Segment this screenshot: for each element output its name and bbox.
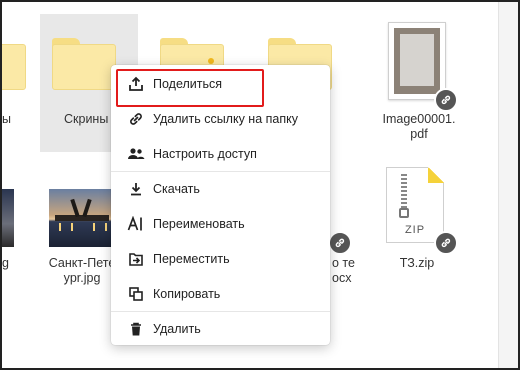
link-icon — [127, 110, 145, 128]
trash-icon — [127, 320, 145, 338]
menu-item-label: Скачать — [153, 182, 200, 196]
zip-label: ZIP — [404, 224, 426, 236]
menu-item-label: Удалить ссылку на папку — [153, 112, 298, 126]
copy-icon — [127, 285, 145, 303]
menu-item-access[interactable]: Настроить доступ — [111, 137, 330, 171]
rename-icon — [127, 215, 145, 233]
people-icon — [127, 145, 145, 163]
file-browser: ы Скрины Image00001. pdf g Санкт-Пете yp… — [0, 0, 520, 370]
shared-link-icon — [434, 88, 458, 112]
download-icon — [127, 180, 145, 198]
file-name-line: осх — [332, 271, 352, 285]
file-name-partial: g — [2, 256, 9, 270]
annotation-highlight-box — [116, 69, 264, 107]
file-name: ТЗ.zip — [399, 256, 435, 270]
image-thumbnail[interactable] — [2, 189, 14, 247]
file-name-line: Санкт-Пете — [48, 256, 116, 270]
file-name-line: ypr.jpg — [63, 271, 101, 285]
menu-item-label: Копировать — [153, 287, 221, 301]
menu-item-copy[interactable]: Копировать — [111, 277, 330, 311]
file-name-line: о те — [332, 256, 355, 270]
move-icon — [127, 250, 145, 268]
context-menu: Поделиться Удалить ссылку на папку Настр… — [111, 65, 330, 345]
file-name-line: pdf — [410, 127, 428, 141]
menu-item-remove-link[interactable]: Удалить ссылку на папку — [111, 102, 330, 136]
file-name: Санкт-Пете ypr.jpg — [42, 256, 122, 286]
file-name: Image00001. pdf — [374, 112, 464, 142]
menu-item-label: Переместить — [153, 252, 230, 266]
menu-item-move[interactable]: Переместить — [111, 242, 330, 276]
menu-item-label: Переименовать — [153, 217, 245, 231]
menu-item-delete[interactable]: Удалить — [111, 312, 330, 346]
menu-item-label: Удалить — [153, 322, 201, 336]
pdf-thumbnail[interactable] — [388, 22, 446, 100]
image-thumbnail[interactable] — [49, 189, 115, 247]
zip-file-icon[interactable]: ZIP — [386, 167, 444, 243]
folder-icon[interactable] — [2, 38, 26, 90]
scrollbar-track[interactable] — [498, 2, 518, 368]
menu-item-label: Настроить доступ — [153, 147, 257, 161]
shared-link-icon — [328, 231, 352, 255]
menu-item-download[interactable]: Скачать — [111, 172, 330, 206]
shared-link-icon — [434, 231, 458, 255]
folder-label-partial: ы — [2, 112, 11, 126]
file-name-partial: о те осх — [332, 256, 355, 286]
menu-item-rename[interactable]: Переименовать — [111, 207, 330, 241]
folder-icon[interactable] — [52, 38, 116, 90]
folder-label-screens: Скрины — [64, 112, 109, 126]
file-name-line: Image00001. — [382, 112, 456, 126]
